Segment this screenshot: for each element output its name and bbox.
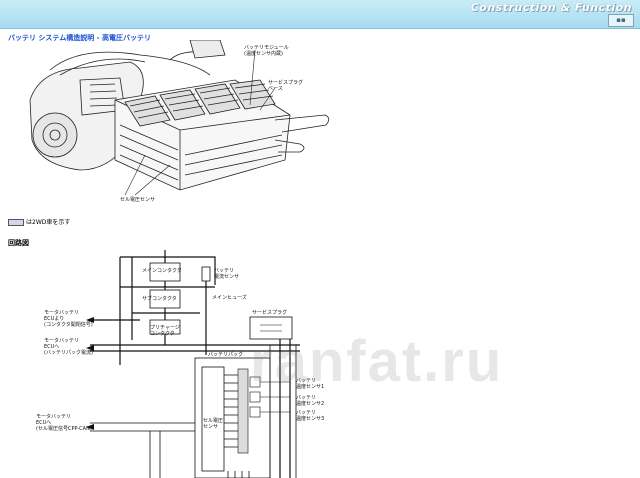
label-ecu-current: モータバッテリ ECUへ (バッテリパック電流) [44,338,93,356]
label-module: バッテリモジュール (温度センサ内蔵) [244,45,289,57]
label-sub-contactor: サブコンタクタ [142,296,177,302]
label-battery-pack: バッテリパック [208,352,244,358]
label-service-plug-base: サービスプラグ ベース [268,80,304,92]
header-button[interactable]: ▪▪ [608,14,634,27]
label-cell-voltage-sensor: セル電圧 センサ [203,418,224,430]
label-cell-sensor: セル電圧センサ [120,197,156,203]
header-bar: Construction & Function ▪▪ [0,0,640,29]
label-ecu-contactor: モータバッテリ ECUより (コンタクタ開閉信号) [44,310,93,328]
legend-note: は2WD車を示す [8,217,70,226]
label-current-sensor: バッテリ 電流センサ [214,268,240,280]
watermark: ranfat.ru [250,329,504,394]
battery-illustration [29,40,330,196]
header-title: Construction & Function [470,1,632,14]
label-main-fuse: メインヒューズ [212,295,247,301]
legend-text: は2WD車を示す [26,219,71,226]
label-service-plug: サービスプラグ [252,310,288,316]
label-precharge: プリチャージ コンタクタ [150,325,180,337]
legend-swatch [8,219,24,226]
label-temp-sensor-2: バッテリ 温度センサ2 [296,395,325,407]
label-temp-sensor-3: バッテリ 温度センサ3 [296,410,325,422]
label-main-contactor: メインコンタクタ [142,268,182,274]
label-ecu-cell-voltage: モータバッテリ ECUへ (セル電圧信号CPP-CAN) [36,414,92,432]
